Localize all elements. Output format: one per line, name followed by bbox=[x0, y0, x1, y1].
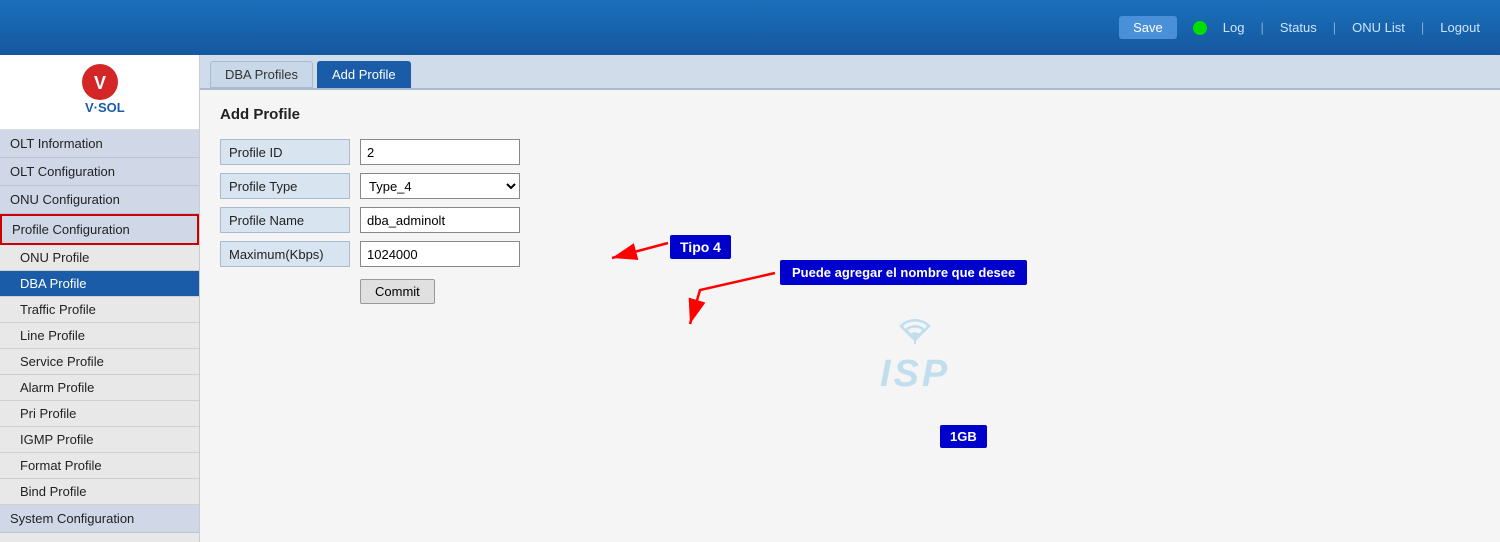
profile-type-row: Profile Type Type_1 Type_2 Type_3 Type_4 bbox=[220, 173, 1480, 199]
logo: V V·SOL bbox=[75, 62, 125, 122]
sidebar-item-bind-profile[interactable]: Bind Profile bbox=[0, 479, 199, 505]
sidebar-item-service-profile[interactable]: Service Profile bbox=[0, 349, 199, 375]
svg-text:V·SOL: V·SOL bbox=[85, 100, 125, 115]
commit-button[interactable]: Commit bbox=[360, 279, 435, 304]
status-link[interactable]: Status bbox=[1280, 20, 1317, 35]
svg-text:V: V bbox=[93, 73, 105, 93]
profile-id-label: Profile ID bbox=[220, 139, 350, 165]
size-annotation: 1GB bbox=[940, 425, 987, 448]
sidebar-item-line-profile[interactable]: Line Profile bbox=[0, 323, 199, 349]
isp-watermark: ISP bbox=[880, 310, 950, 396]
profile-id-input[interactable] bbox=[360, 139, 520, 165]
page-title: Add Profile bbox=[220, 106, 1480, 123]
tab-bar: DBA Profiles Add Profile bbox=[200, 55, 1500, 90]
save-button[interactable]: Save bbox=[1119, 16, 1177, 39]
top-header: Save Log | Status | ONU List | Logout bbox=[0, 0, 1500, 55]
main-layout: V V·SOL OLT Information OLT Configuratio… bbox=[0, 55, 1500, 542]
sidebar-item-olt-configuration[interactable]: OLT Configuration bbox=[0, 158, 199, 186]
profile-name-label: Profile Name bbox=[220, 207, 350, 233]
wifi-icon bbox=[880, 310, 950, 353]
logo-area: V V·SOL bbox=[0, 55, 199, 130]
logout-link[interactable]: Logout bbox=[1440, 20, 1480, 35]
sidebar-item-onu-profile[interactable]: ONU Profile bbox=[0, 245, 199, 271]
sidebar: V V·SOL OLT Information OLT Configuratio… bbox=[0, 55, 200, 542]
logo-icon: V V·SOL bbox=[75, 62, 125, 122]
profile-type-select[interactable]: Type_1 Type_2 Type_3 Type_4 bbox=[360, 173, 520, 199]
tipo4-annotation: Tipo 4 bbox=[670, 235, 731, 259]
sidebar-item-onu-configuration[interactable]: ONU Configuration bbox=[0, 186, 199, 214]
main-content: DBA Profiles Add Profile Add Profile Pro… bbox=[200, 55, 1500, 542]
sidebar-item-dba-profile[interactable]: DBA Profile bbox=[0, 271, 199, 297]
profile-type-label: Profile Type bbox=[220, 173, 350, 199]
tab-add-profile[interactable]: Add Profile bbox=[317, 61, 411, 88]
sidebar-item-pri-profile[interactable]: Pri Profile bbox=[0, 401, 199, 427]
sidebar-item-olt-information[interactable]: OLT Information bbox=[0, 130, 199, 158]
nombre-annotation: Puede agregar el nombre que desee bbox=[780, 260, 1027, 285]
profile-id-row: Profile ID bbox=[220, 139, 1480, 165]
isp-text: ISP bbox=[880, 353, 950, 396]
sidebar-item-system-configuration[interactable]: System Configuration bbox=[0, 505, 199, 533]
sidebar-item-alarm-profile[interactable]: Alarm Profile bbox=[0, 375, 199, 401]
sidebar-item-igmp-profile[interactable]: IGMP Profile bbox=[0, 427, 199, 453]
tab-dba-profiles[interactable]: DBA Profiles bbox=[210, 61, 313, 88]
content-area: Add Profile Profile ID Profile Type Type… bbox=[200, 90, 1500, 542]
sidebar-item-format-profile[interactable]: Format Profile bbox=[0, 453, 199, 479]
sidebar-item-profile-configuration[interactable]: Profile Configuration bbox=[0, 214, 199, 245]
maximum-kbps-label: Maximum(Kbps) bbox=[220, 241, 350, 267]
sidebar-item-traffic-profile[interactable]: Traffic Profile bbox=[0, 297, 199, 323]
profile-name-input[interactable] bbox=[360, 207, 520, 233]
maximum-kbps-input[interactable] bbox=[360, 241, 520, 267]
log-link[interactable]: Log bbox=[1223, 20, 1245, 35]
profile-name-row: Profile Name bbox=[220, 207, 1480, 233]
status-indicator bbox=[1193, 21, 1207, 35]
onu-list-link[interactable]: ONU List bbox=[1352, 20, 1405, 35]
